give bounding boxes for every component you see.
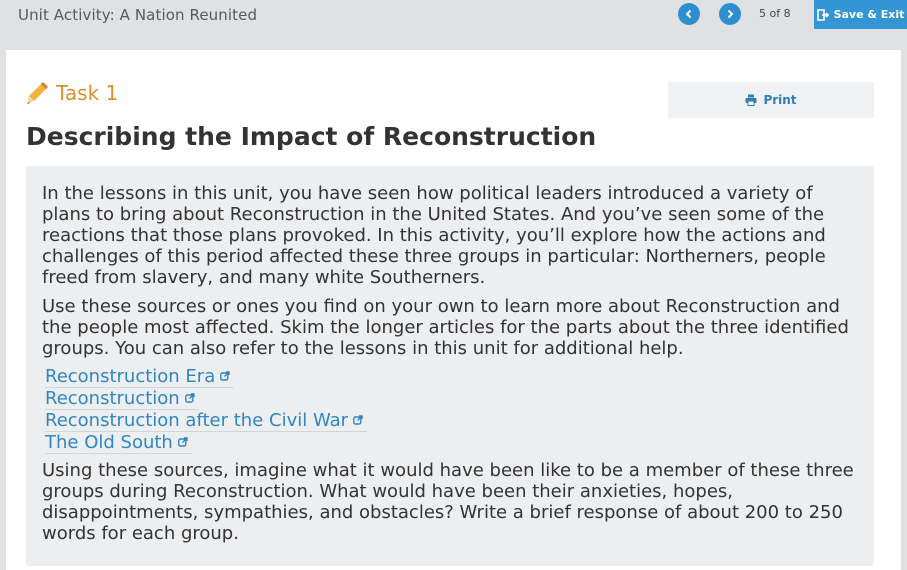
save-exit-label: Save & Exit: [833, 8, 905, 21]
exit-door-icon: [816, 8, 829, 21]
printer-icon: [745, 94, 757, 106]
previous-page-button[interactable]: [678, 3, 700, 25]
chevron-left-icon: [685, 9, 692, 19]
top-bar: Unit Activity: A Nation Reunited 5 of 8 …: [0, 0, 907, 32]
link-the-old-south[interactable]: The Old South: [45, 433, 192, 454]
link-label: Reconstruction: [45, 388, 180, 409]
link-reconstruction-era[interactable]: Reconstruction Era: [45, 366, 235, 388]
page-title: Describing the Impact of Reconstruction: [26, 122, 597, 151]
save-exit-button[interactable]: Save & Exit: [814, 0, 907, 29]
app-title: Unit Activity: A Nation Reunited: [18, 6, 258, 24]
page-counter: 5 of 8: [759, 7, 791, 20]
source-links: Reconstruction Era Reconstruction Recons…: [45, 367, 862, 454]
link-label: Reconstruction after the Civil War: [45, 410, 349, 431]
link-reconstruction[interactable]: Reconstruction: [45, 389, 199, 410]
prompt-paragraph: Using these sources, imagine what it wou…: [42, 460, 854, 544]
sources-paragraph: Use these sources or ones you find on yo…: [42, 296, 849, 359]
chevron-right-icon: [727, 9, 734, 19]
activity-card: Task 1 Print Describing the Impact of Re…: [6, 50, 901, 570]
external-link-icon: [184, 393, 195, 403]
print-label: Print: [763, 93, 797, 107]
link-reconstruction-after-civil-war[interactable]: Reconstruction after the Civil War: [45, 410, 368, 432]
intro-paragraph: In the lessons in this unit, you have se…: [42, 183, 826, 288]
next-page-button[interactable]: [719, 3, 741, 25]
link-label: Reconstruction Era: [45, 366, 216, 387]
external-link-icon: [177, 437, 188, 447]
print-button[interactable]: Print: [668, 82, 874, 118]
external-link-icon: [353, 415, 363, 425]
task-label: Task 1: [56, 81, 119, 105]
instructions-text: In the lessons in this unit, you have se…: [42, 183, 862, 552]
task-header: Task 1: [26, 80, 118, 106]
link-label: The Old South: [45, 432, 173, 453]
external-link-icon: [220, 371, 230, 381]
pencil-icon: [27, 82, 48, 104]
instructions-panel: In the lessons in this unit, you have se…: [26, 166, 874, 566]
